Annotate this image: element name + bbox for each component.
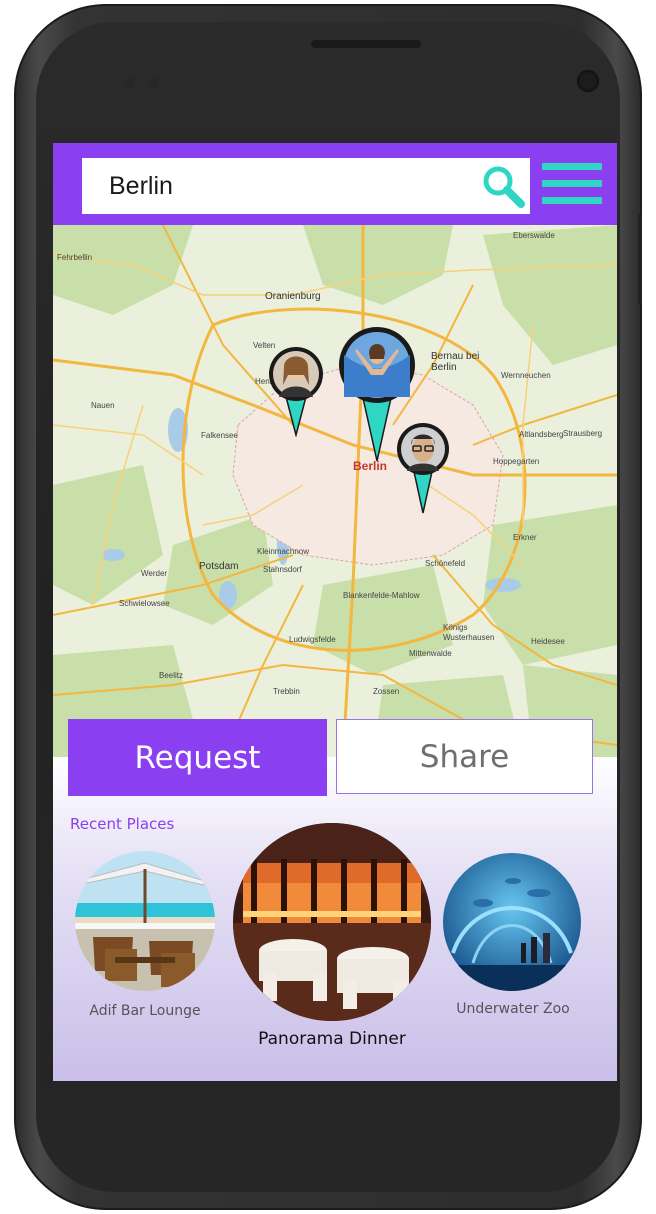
recent-places-title: Recent Places [70,815,175,833]
map-label: Heidesee [531,637,565,646]
recent-place-item[interactable]: Adif Bar Lounge [75,851,215,1027]
map-label: Königs Wusterhausen [443,623,495,642]
map-label: Nauen [91,401,115,410]
place-name: Adif Bar Lounge [89,1003,201,1019]
map-background [53,225,617,757]
sensor-dot [148,78,158,88]
share-button[interactable]: Share [336,719,593,794]
map-label: Schwielowsee [119,599,170,608]
map-label: Kleinmachnow [257,547,310,556]
map-label: Oranienburg [265,291,321,302]
map-label: Zossen [373,687,400,696]
map-view[interactable]: Eberswalde Fehrbellin Oranienburg Bernau… [53,225,617,757]
front-camera [577,70,599,92]
map-label: Strausberg [563,429,603,438]
map-label: Schönefeld [425,559,466,568]
search-input-value: Berlin [109,172,173,200]
map-label: Hoppegarten [493,457,540,466]
map-label: Blankenfelde-Mahlow [343,591,420,600]
map-label: Stahnsdorf [263,565,302,574]
app-screen: Berlin Eberswalde Fehrbellin Oranienburg… [53,143,617,1081]
map-label: Ludwigsfelde [289,635,336,644]
map-label: Fehrbellin [57,253,93,262]
place-name: Underwater Zoo [456,1001,570,1017]
top-bar: Berlin [53,143,617,225]
map-label: Trebbin [273,687,300,696]
sensor-dot [124,78,134,88]
place-image [443,853,581,991]
side-button [638,214,642,304]
map-label: Erkner [513,533,537,542]
menu-icon[interactable] [542,163,602,205]
map-label: Werder [141,569,168,578]
place-image [233,823,431,1021]
map-label: Wernneuchen [501,371,551,380]
map-label: Bernau bei Berlin [431,351,480,373]
map-label: Mittenwalde [409,649,452,658]
map-label: Altlandsberg [519,430,564,439]
map-label: Potsdam [199,561,239,572]
map-label: Falkensee [201,431,238,440]
map-label: Eberswalde [513,231,555,240]
bottom-panel: Request Share Recent Places Adif Bar Lou… [53,719,617,1081]
speaker-grill [311,40,421,48]
place-image [75,851,215,991]
search-input[interactable]: Berlin [82,158,530,214]
place-name: Panorama Dinner [258,1029,406,1049]
search-icon[interactable] [481,165,527,209]
recent-place-item[interactable]: Panorama Dinner [233,823,431,1063]
recent-place-item[interactable]: Underwater Zoo [443,853,583,1023]
request-button[interactable]: Request [68,719,327,796]
map-label: Beelitz [159,671,184,680]
